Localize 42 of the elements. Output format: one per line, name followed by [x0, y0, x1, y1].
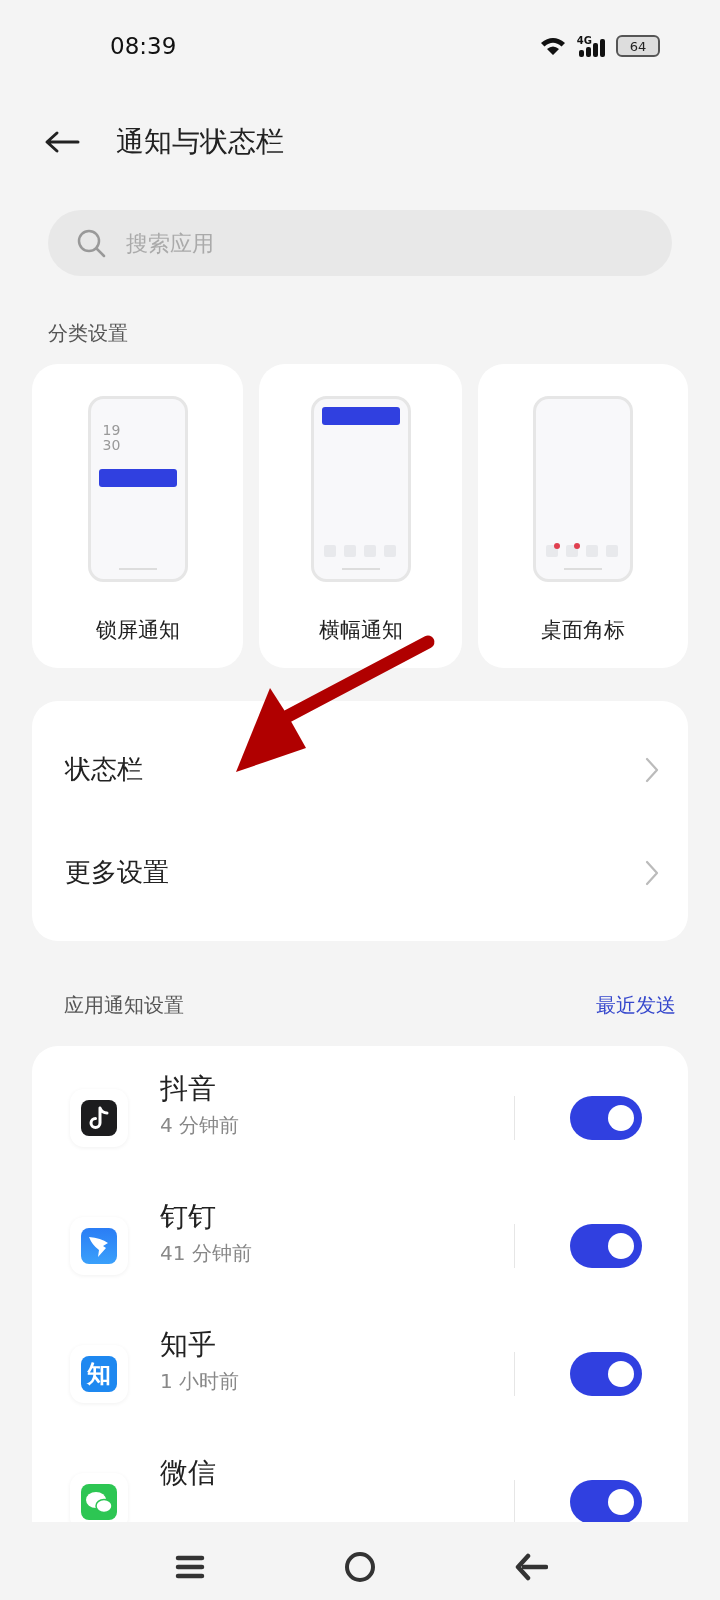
category-card[interactable]: 横幅通知 [259, 364, 462, 668]
zhihu-icon[interactable]: 知 [81, 1356, 117, 1392]
page-title: 通知与状态栏 [116, 124, 284, 160]
signal-icon [578, 37, 606, 58]
menu-item[interactable]: 更多设置 [32, 821, 688, 924]
section-title: 应用通知设置 [64, 991, 184, 1019]
category-card[interactable]: 桌面角标 [478, 364, 688, 668]
battery-icon: 64 [616, 35, 660, 57]
card-label: 锁屏通知 [95, 617, 180, 644]
clock-text: 19 [102, 423, 121, 438]
recent-link[interactable]: 最近发送 [596, 991, 676, 1019]
music-note-icon[interactable] [81, 1100, 117, 1136]
app-name: 知乎 [160, 1327, 217, 1363]
app-name: 微信 [160, 1455, 217, 1491]
menu-item[interactable]: 状态栏 [32, 718, 688, 821]
notification-toggle[interactable] [570, 1352, 642, 1396]
card-label: 桌面角标 [541, 617, 625, 644]
wing-icon[interactable] [81, 1228, 117, 1264]
back-button[interactable] [44, 130, 80, 154]
back-icon[interactable] [514, 1552, 548, 1582]
notification-toggle[interactable] [570, 1096, 642, 1140]
network-type: 4G [576, 34, 592, 46]
clock-text: 30 [102, 437, 121, 453]
card-label: 横幅通知 [318, 617, 403, 644]
app-name: 钉钉 [160, 1199, 217, 1235]
chevron-icon [644, 858, 660, 887]
chevron-icon [644, 755, 660, 784]
home-icon[interactable] [342, 1550, 377, 1584]
menu-label: 状态栏 [65, 753, 143, 786]
app-name: 抖音 [160, 1071, 217, 1107]
app-time: 4 分钟前 [160, 1112, 241, 1139]
app-time: 1 小时前 [160, 1368, 241, 1395]
notification-toggle[interactable] [570, 1480, 642, 1522]
search-icon [76, 228, 106, 258]
back-arrow-icon [44, 130, 80, 154]
app-time: 41 分钟前 [160, 1240, 253, 1267]
section-title: 分类设置 [47, 320, 129, 347]
notification-toggle[interactable] [570, 1224, 642, 1268]
category-card[interactable]: 19 30 锁屏通知 [32, 364, 243, 668]
menu-label: 更多设置 [65, 856, 169, 889]
search-field[interactable]: 搜索应用 [48, 210, 672, 276]
status-time: 08:39 [110, 33, 177, 59]
